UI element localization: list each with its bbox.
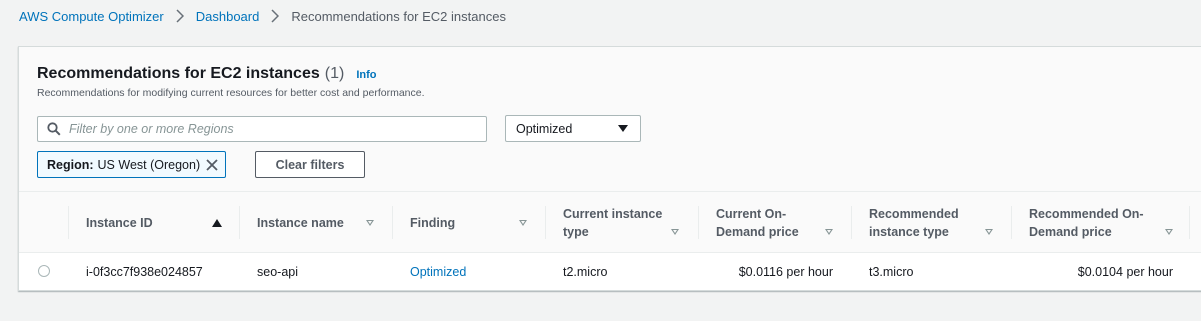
table-row[interactable]: i-0f3cc7f938e024857 seo-api Optimized t2… xyxy=(19,254,1201,290)
column-recommended-instance-type[interactable]: Recommended instance type xyxy=(851,192,1011,253)
cell-current-price: $0.0116 per hour xyxy=(738,265,833,279)
title-row: Recommendations for EC2 instances (1) In… xyxy=(37,65,376,83)
panel-header: Recommendations for EC2 instances (1) In… xyxy=(19,47,1201,192)
sort-icon[interactable] xyxy=(1165,229,1173,235)
close-icon[interactable] xyxy=(205,158,219,172)
sort-icon[interactable] xyxy=(366,220,374,226)
region-filter-input[interactable] xyxy=(69,122,469,136)
column-divider xyxy=(392,206,393,239)
cell-finding-link[interactable]: Optimized xyxy=(410,254,466,290)
finding-select[interactable]: Optimized xyxy=(505,115,641,142)
column-instance-id[interactable]: Instance ID xyxy=(68,192,239,253)
cell-recommended-type: t3.micro xyxy=(869,265,914,279)
cell-instance-id: i-0f3cc7f938e024857 xyxy=(86,265,203,279)
column-current-price[interactable]: Current On-Demand price xyxy=(698,192,851,253)
sort-icon[interactable] xyxy=(985,229,993,235)
region-filter-token: Region: US West (Oregon) xyxy=(37,151,226,178)
region-filter[interactable] xyxy=(37,116,487,142)
column-divider xyxy=(239,206,240,239)
column-label: Instance ID xyxy=(86,215,153,230)
column-divider xyxy=(1189,206,1190,239)
token-value: US West (Oregon) xyxy=(97,157,201,172)
row-select-radio[interactable] xyxy=(38,265,50,277)
cell-current-type: t2.micro xyxy=(563,265,608,279)
chevron-right-icon xyxy=(176,9,184,23)
sort-icon[interactable] xyxy=(825,229,833,235)
finding-select-value: Optimized xyxy=(516,121,573,136)
column-current-instance-type[interactable]: Current instance type xyxy=(545,192,698,253)
breadcrumb-compute-optimizer[interactable]: AWS Compute Optimizer xyxy=(19,9,164,24)
column-divider xyxy=(851,206,852,239)
column-label: Recommended On-Demand price xyxy=(1029,206,1144,239)
caret-down-icon xyxy=(618,125,628,132)
clear-filters-button[interactable]: Clear filters xyxy=(255,151,365,178)
sort-ascending-icon[interactable] xyxy=(212,219,222,227)
chevron-right-icon xyxy=(271,9,280,23)
result-count: (1) xyxy=(324,65,345,82)
info-link[interactable]: Info xyxy=(356,69,376,81)
column-label: Recommended instance type xyxy=(869,206,959,239)
column-recommended-price[interactable]: Recommended On-Demand price xyxy=(1011,192,1189,253)
cell-recommended-price: $0.0104 per hour xyxy=(1077,265,1173,279)
breadcrumb-dashboard[interactable]: Dashboard xyxy=(196,9,260,24)
panel-description: Recommendations for modifying current re… xyxy=(37,87,425,99)
recommendations-panel: Recommendations for EC2 instances (1) In… xyxy=(18,46,1201,291)
column-finding[interactable]: Finding xyxy=(392,192,545,253)
column-label: Current On-Demand price xyxy=(716,206,799,239)
column-label: Current instance type xyxy=(563,206,663,239)
column-divider xyxy=(68,206,69,239)
sort-icon[interactable] xyxy=(671,229,679,235)
table-header: Instance ID Instance name Finding Curren… xyxy=(19,192,1201,253)
column-label: Finding xyxy=(410,215,456,230)
column-divider xyxy=(698,206,699,239)
token-key: Region: xyxy=(47,157,94,172)
column-edge xyxy=(1189,192,1201,253)
column-divider xyxy=(1011,206,1012,239)
page-title: Recommendations for EC2 instances xyxy=(37,65,320,82)
column-divider xyxy=(545,206,546,239)
cell-instance-name: seo-api xyxy=(257,265,298,279)
search-icon xyxy=(47,122,61,136)
column-instance-name[interactable]: Instance name xyxy=(239,192,392,253)
breadcrumb: AWS Compute Optimizer Dashboard Recommen… xyxy=(19,8,506,24)
sort-icon[interactable] xyxy=(519,220,527,226)
breadcrumb-current: Recommendations for EC2 instances xyxy=(291,8,506,24)
column-label: Instance name xyxy=(257,215,344,230)
